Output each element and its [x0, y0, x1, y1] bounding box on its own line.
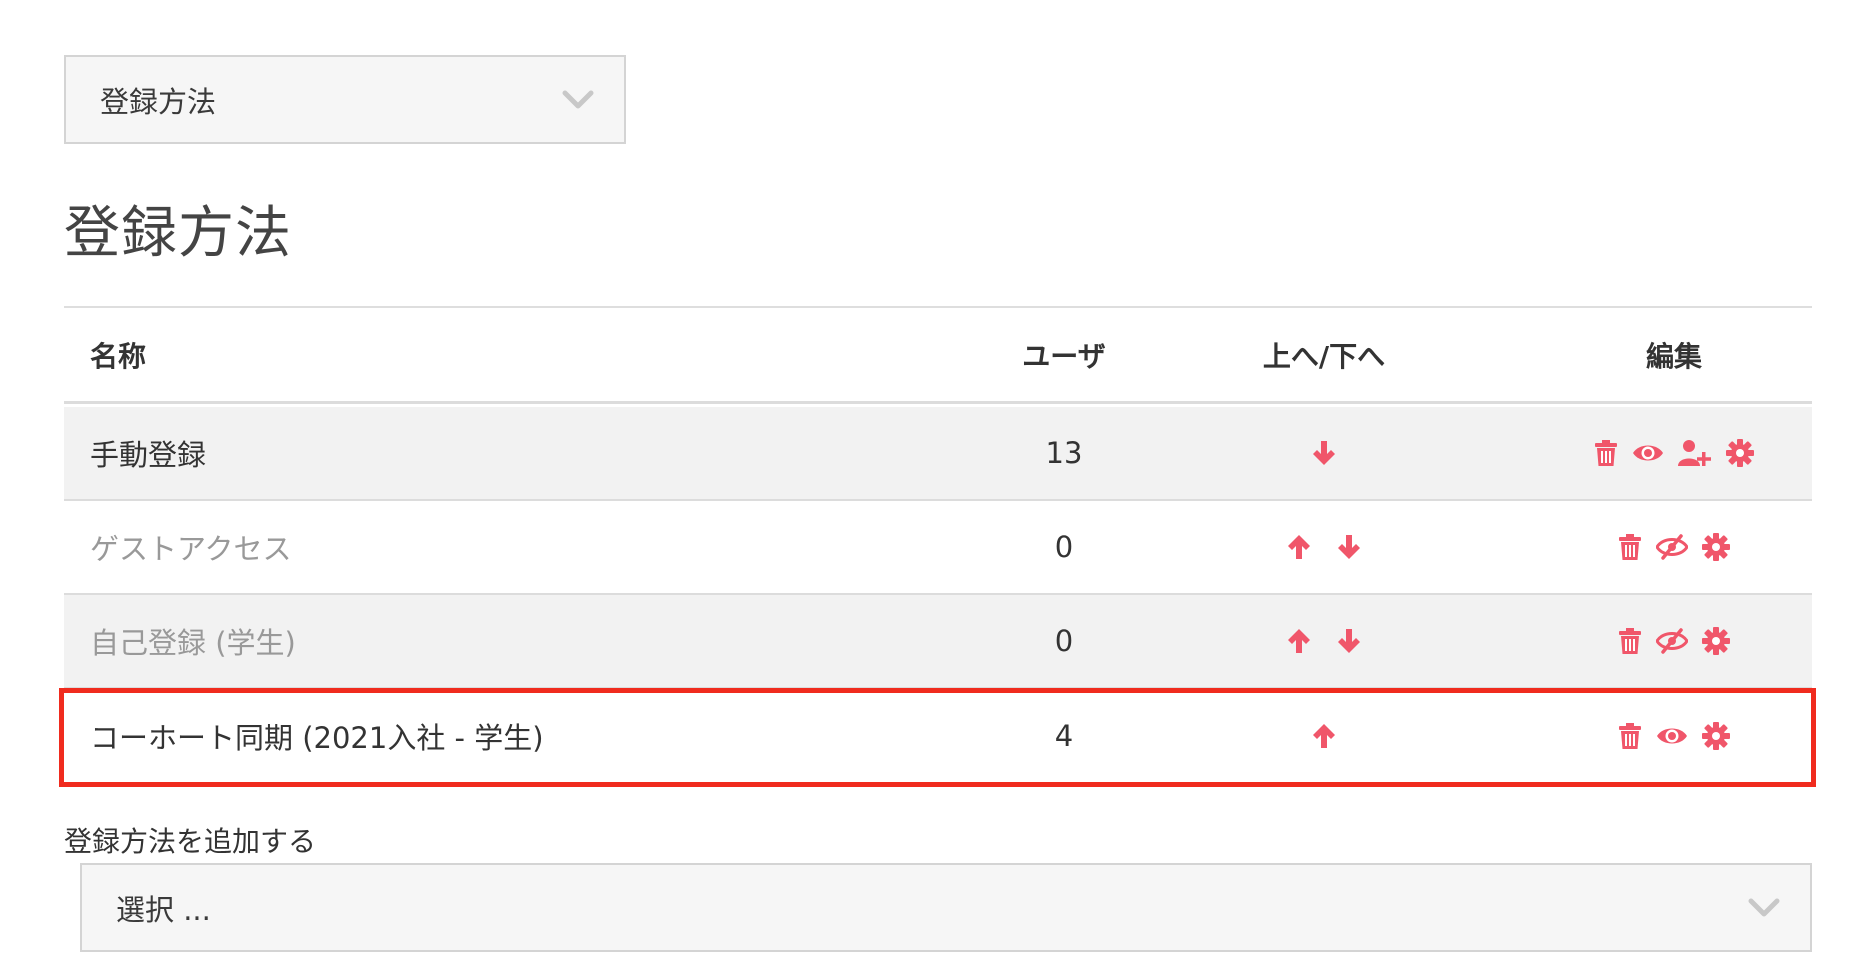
add-method-label: 登録方法を追加する [64, 825, 317, 858]
trash-icon[interactable] [1594, 439, 1618, 467]
method-name: 自己登録 (学生) [90, 626, 296, 660]
enrol-user-icon[interactable] [1678, 439, 1712, 467]
header-edit: 編集 [1645, 339, 1702, 373]
arrow-down-icon[interactable] [1335, 533, 1363, 561]
nav-select-value: 登録方法 [100, 84, 217, 119]
header-users: ユーザ [1022, 339, 1106, 373]
chevron-down-icon [1748, 898, 1780, 916]
method-name: コーホート同期 (2021入社 - 学生) [90, 721, 544, 755]
gear-icon[interactable] [1702, 533, 1730, 561]
header-name: 名称 [90, 339, 147, 373]
user-count: 4 [1054, 719, 1074, 753]
table-row: 手動登録 13 [64, 407, 1812, 501]
arrow-up-icon[interactable] [1310, 722, 1338, 750]
user-count: 0 [1054, 624, 1074, 658]
table-row: コーホート同期 (2021入社 - 学生) 4 [64, 689, 1812, 783]
add-method-select[interactable]: 選択 ... [80, 863, 1812, 952]
trash-icon[interactable] [1618, 627, 1642, 655]
eye-slash-icon[interactable] [1656, 628, 1688, 654]
eye-icon[interactable] [1656, 724, 1688, 748]
table-header-row: 名称 ユーザ 上へ/下へ 編集 [64, 308, 1812, 404]
trash-icon[interactable] [1618, 722, 1642, 750]
page-title: 登録方法 [64, 201, 292, 266]
gear-icon[interactable] [1726, 439, 1754, 467]
gear-icon[interactable] [1702, 627, 1730, 655]
method-name: 手動登録 [90, 438, 207, 472]
add-method-select-value: 選択 ... [116, 892, 211, 927]
chevron-down-icon [562, 90, 594, 108]
user-count: 0 [1054, 530, 1074, 564]
eye-icon[interactable] [1632, 441, 1664, 465]
header-updown: 上へ/下へ [1262, 339, 1386, 373]
table-row: 自己登録 (学生) 0 [64, 595, 1812, 689]
arrow-up-icon[interactable] [1285, 627, 1313, 655]
arrow-down-icon[interactable] [1335, 627, 1363, 655]
eye-slash-icon[interactable] [1656, 534, 1688, 560]
arrow-up-icon[interactable] [1285, 533, 1313, 561]
gear-icon[interactable] [1702, 722, 1730, 750]
method-name: ゲストアクセス [90, 532, 292, 566]
table-row: ゲストアクセス 0 [64, 501, 1812, 595]
arrow-down-icon[interactable] [1310, 439, 1338, 467]
trash-icon[interactable] [1618, 533, 1642, 561]
user-count: 13 [1045, 436, 1083, 470]
enrolment-nav-select[interactable]: 登録方法 [64, 55, 626, 144]
